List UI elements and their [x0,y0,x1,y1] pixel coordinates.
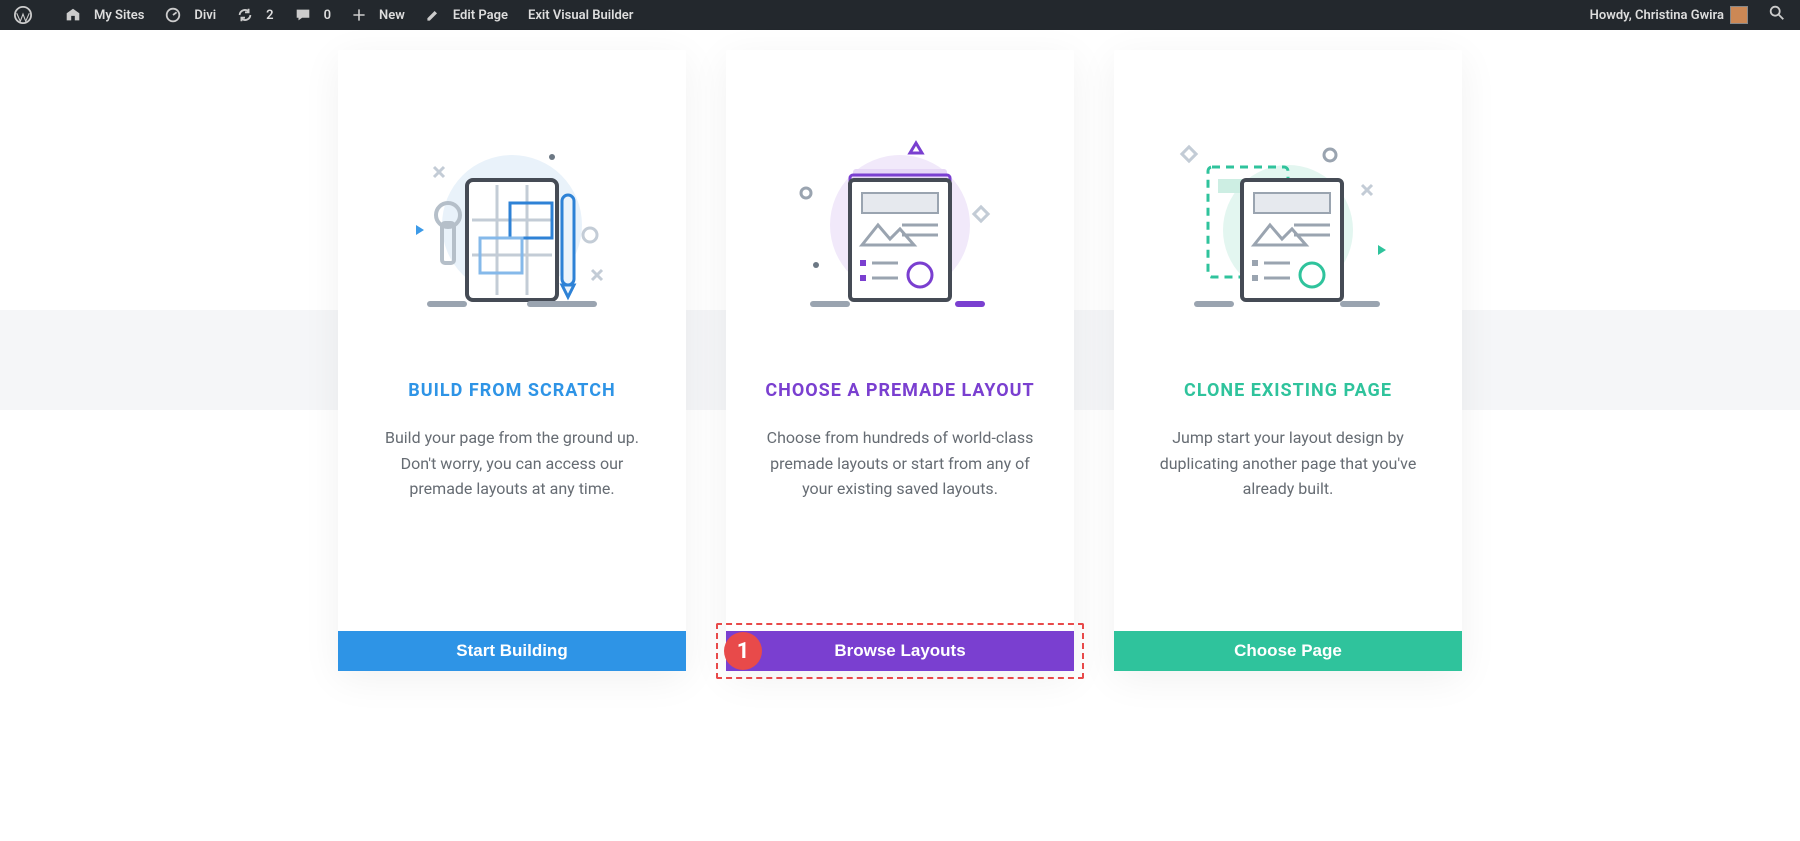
plus-icon [351,7,373,23]
howdy-label: Howdy, Christina Gwira [1590,8,1724,23]
card-premade-layout: CHOOSE A PREMADE LAYOUT Choose from hund… [726,50,1074,671]
user-menu[interactable]: Howdy, Christina Gwira [1580,0,1758,30]
card-title: BUILD FROM SCRATCH [408,380,615,401]
browse-layouts-button[interactable]: Browse Layouts [726,631,1074,671]
search-icon [1768,4,1786,22]
dashboard-icon [164,6,188,24]
update-icon [236,6,260,24]
card-description: Choose from hundreds of world-class prem… [726,425,1074,502]
wp-logo-menu[interactable] [4,0,54,30]
new-menu[interactable]: New [341,0,415,30]
card-description: Jump start your layout design by duplica… [1114,425,1462,502]
site-name-label: Divi [194,8,216,23]
card-title: CHOOSE A PREMADE LAYOUT [765,380,1034,401]
network-icon [64,6,88,24]
admin-bar-left: My Sites Divi 2 0 New [4,0,643,30]
updates-menu[interactable]: 2 [226,0,283,30]
edit-page-menu[interactable]: Edit Page [415,0,518,30]
updates-count: 2 [266,8,273,23]
edit-page-label: Edit Page [453,8,508,23]
avatar [1730,6,1748,24]
clone-illustration [1178,120,1398,320]
cta-wrap: Start Building [338,631,686,671]
cta-wrap: Choose Page [1114,631,1462,671]
card-title: CLONE EXISTING PAGE [1184,380,1392,401]
exit-vb-label: Exit Visual Builder [528,8,634,23]
new-label: New [379,8,405,23]
admin-search[interactable] [1758,4,1796,26]
card-build-from-scratch: BUILD FROM SCRATCH Build your page from … [338,50,686,671]
scratch-illustration [402,120,622,320]
card-clone-existing: CLONE EXISTING PAGE Jump start your layo… [1114,50,1462,671]
comments-menu[interactable]: 0 [284,0,341,30]
card-description: Build your page from the ground up. Don'… [338,425,686,502]
site-name-menu[interactable]: Divi [154,0,226,30]
my-sites-label: My Sites [94,8,144,23]
pencil-icon [425,7,447,23]
builder-choice-cards: BUILD FROM SCRATCH Build your page from … [0,50,1800,671]
wp-admin-bar: My Sites Divi 2 0 New [0,0,1800,30]
my-sites-menu[interactable]: My Sites [54,0,154,30]
wordpress-icon [14,6,38,24]
admin-bar-right: Howdy, Christina Gwira [1580,0,1796,30]
premade-illustration [790,120,1010,320]
exit-visual-builder[interactable]: Exit Visual Builder [518,0,644,30]
comment-icon [294,6,318,24]
choose-page-button[interactable]: Choose Page [1114,631,1462,671]
cta-wrap: 1 Browse Layouts [726,631,1074,671]
comments-count: 0 [324,8,331,23]
start-building-button[interactable]: Start Building [338,631,686,671]
